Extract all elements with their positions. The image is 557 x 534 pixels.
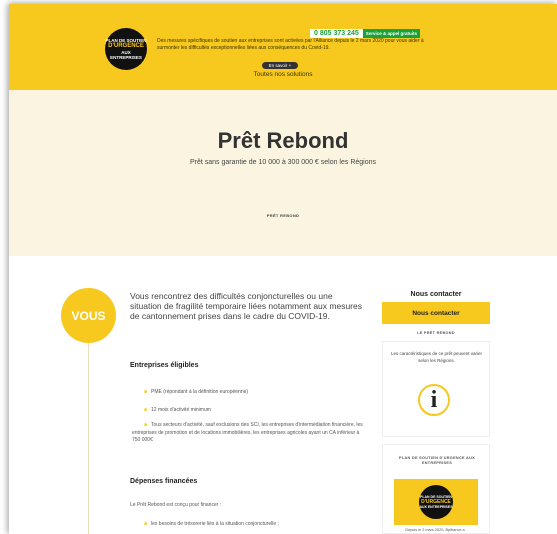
urgence-banner: PLAN DE SOUTIEN D'URGENCE AUX ENTREPRISE…	[9, 4, 557, 90]
vous-badge: VOUS	[61, 288, 116, 343]
list-item: ■ Tous secteurs d'activité, sauf exclusio…	[132, 422, 368, 445]
plan-label: PLAN DE SOUTIEN D'URGENCE AUX ENTREPRISE…	[399, 456, 475, 465]
list-item: ■ les besoins de trésorerie liés à la sit…	[144, 520, 364, 528]
list-item-text: Tous secteurs d'activité, sauf exclusion…	[132, 422, 363, 443]
eligible-heading: Entreprises éligibles	[130, 362, 199, 369]
learn-more-button[interactable]: En savoir +	[262, 62, 298, 69]
logo-line-3: AUX ENTREPRISES	[419, 505, 453, 509]
page-subtitle: Prêt sans garantie de 10 000 à 300 000 €…	[189, 159, 377, 166]
bullet-icon: ■	[144, 422, 148, 428]
timeline-line	[88, 343, 89, 534]
list-item-text: 12 mois d'activité minimum	[151, 407, 211, 413]
list-item-text: PME (répondant à la définition européenn…	[151, 389, 249, 395]
bullet-icon: ■	[144, 389, 148, 395]
hero-section: Prêt Rebond Prêt sans garantie de 10 000…	[9, 90, 557, 256]
list-item-text: les besoins de trésorerie liés à la situ…	[151, 521, 279, 527]
pret-rebond-label: LE PRÊT REBOND	[417, 331, 455, 335]
page-title: Prêt Rebond	[217, 128, 349, 153]
bullet-icon: ■	[144, 407, 148, 413]
contact-button[interactable]: Nous contacter	[382, 302, 490, 324]
page-frame: PLAN DE SOUTIEN D'URGENCE AUX ENTREPRISE…	[9, 4, 557, 534]
phone-number[interactable]: 0 805 373 245	[310, 29, 363, 38]
plan-soutien-logo-small: PLAN DE SOUTIEN D'URGENCE AUX ENTREPRISE…	[419, 485, 453, 519]
list-item: ■ PME (répondant à la définition européen…	[144, 388, 364, 396]
logo-line-2: D'URGENCE	[108, 43, 144, 49]
plan-caption: Depuis le 2 mars 2020, Bpifrance a	[405, 528, 465, 532]
expenses-intro: Le Prêt Rebond est conçu pour financer :	[130, 502, 222, 508]
banner-description: Des mesures spécifiques de soutien aux e…	[157, 38, 424, 51]
phone-free-tag: Service & appel gratuits	[362, 29, 421, 38]
plan-thumbnail[interactable]: PLAN DE SOUTIEN D'URGENCE AUX ENTREPRISE…	[394, 479, 478, 525]
logo-line-3: AUX ENTREPRISES	[110, 50, 142, 60]
intro-text: Vous rencontrez des difficultés conjonct…	[130, 291, 362, 321]
info-card-text: Les caractéristiques de ce prêt peuvent …	[390, 351, 483, 363]
breadcrumb[interactable]: PRÊT REBOND	[9, 213, 557, 218]
list-item: ■ 12 mois d'activité minimum	[144, 406, 364, 414]
all-solutions-link[interactable]: Toutes nos solutions	[9, 71, 557, 78]
info-icon: i	[418, 384, 450, 416]
phone-block[interactable]: 0 805 373 245 Service & appel gratuits	[310, 29, 421, 38]
plan-soutien-logo[interactable]: PLAN DE SOUTIEN D'URGENCE AUX ENTREPRISE…	[105, 28, 147, 70]
bullet-icon: ■	[144, 521, 148, 527]
expenses-heading: Dépenses financées	[130, 478, 198, 485]
contact-title: Nous contacter	[410, 291, 462, 298]
